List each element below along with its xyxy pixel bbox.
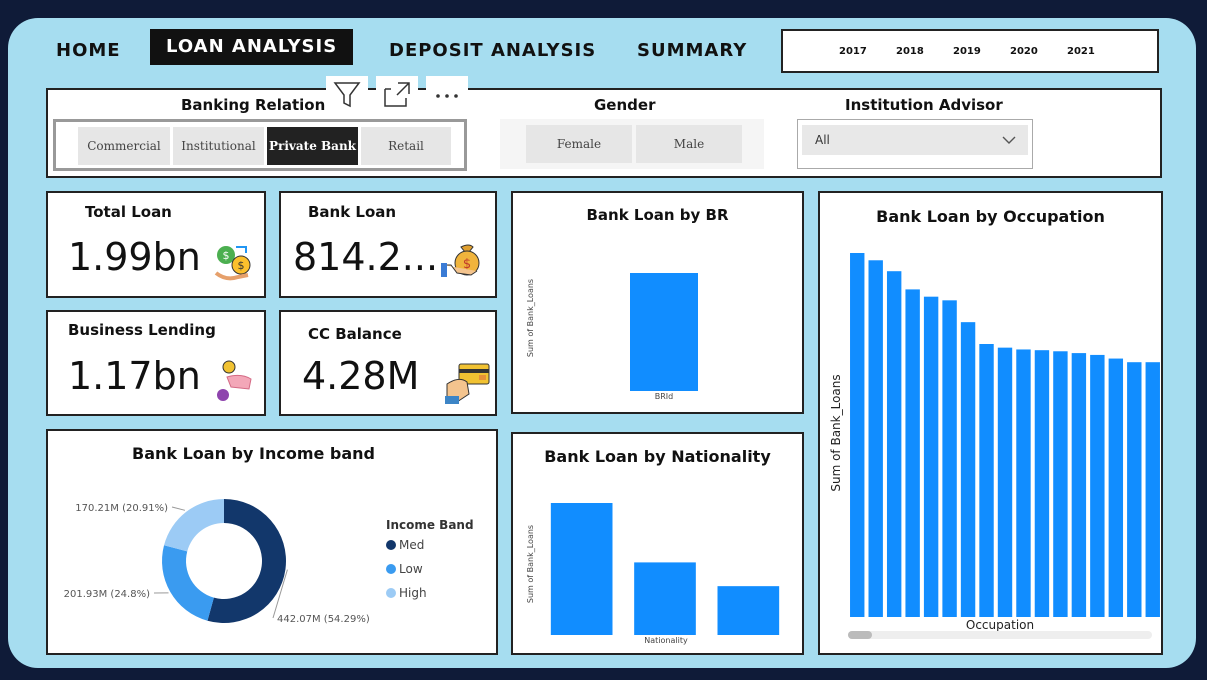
br-chart-svg: Sum of Bank_Loans BRId (526, 273, 698, 401)
kpi-card-bank-loan: Bank Loan 814.2... $ (279, 191, 497, 298)
chart-bank-loan-by-nationality: Bank Loan by Nationality Sum of Bank_Loa… (511, 432, 804, 655)
filter-panel: Banking Relations Commercial Institution… (46, 88, 1162, 178)
nav-deposit-analysis[interactable]: DEPOSIT ANALYSIS (389, 40, 596, 61)
svg-text:$: $ (223, 249, 230, 262)
horizontal-scrollbar-track[interactable] (848, 631, 1152, 639)
nav-home[interactable]: HOME (56, 40, 121, 61)
institution-advisor-title: Institution Advisor (845, 96, 1003, 114)
kpi-label: Business Lending (68, 321, 216, 339)
occupation-bar[interactable] (1108, 358, 1124, 617)
legend-marker (386, 564, 396, 574)
occupation-bar[interactable] (1016, 349, 1031, 617)
banking-relations-slicer: Commercial Institutional Private Bank Re… (53, 119, 467, 171)
data-label: 201.93M (24.8%) (64, 589, 150, 600)
slicer-option-male[interactable]: Male (636, 125, 742, 163)
year-option[interactable]: 2021 (1067, 46, 1124, 57)
occupation-bar[interactable] (1127, 362, 1142, 617)
br-bar[interactable] (630, 273, 698, 391)
nav-summary[interactable]: SUMMARY (637, 40, 747, 61)
x-axis-label: Nationality (644, 636, 688, 645)
coin-hand-icon (217, 360, 252, 401)
money-flow-icon: $ $ (214, 246, 251, 281)
year-option[interactable]: 2018 (896, 46, 953, 57)
occupation-bar[interactable] (979, 344, 994, 617)
occupation-bar[interactable] (886, 271, 902, 617)
legend-marker (386, 540, 396, 550)
legend-item: High (399, 586, 427, 600)
legend-item: Low (399, 562, 423, 576)
slicer-option-private-bank[interactable]: Private Bank (267, 127, 358, 165)
nationality-bar[interactable] (717, 586, 780, 635)
x-axis-label: Occupation (966, 618, 1034, 632)
kpi-card-total-loan: Total Loan 1.99bn $ $ (46, 191, 266, 298)
occupation-bar[interactable] (1145, 362, 1160, 617)
occupation-bar[interactable] (997, 347, 1013, 617)
y-axis-label: Sum of Bank_Loans (526, 525, 535, 603)
dropdown-field (802, 125, 1028, 155)
kpi-label: CC Balance (308, 325, 402, 343)
x-axis-label: BRId (655, 392, 673, 401)
occupation-bar[interactable] (960, 322, 976, 617)
chart-bank-loan-by-income-band: Bank Loan by Income band Income Band 442… (46, 429, 498, 655)
gender-title: Gender (594, 96, 656, 114)
kpi-value: 1.99bn (68, 235, 201, 279)
legend-marker (386, 588, 396, 598)
y-axis-label: Sum of Bank_Loans (526, 279, 535, 357)
kpi-value: 4.28M (302, 354, 420, 398)
data-label: 442.07M (54.29%) (277, 614, 370, 625)
occupation-chart-svg: Sum of Bank_Loans Occupation (829, 253, 1160, 639)
occupation-bar[interactable] (850, 253, 865, 617)
money-bag-hand-icon: $ (441, 244, 480, 277)
chevron-down-icon (1002, 136, 1016, 144)
kpi-label: Total Loan (85, 203, 172, 221)
occupation-bar[interactable] (942, 300, 957, 617)
dropdown-value: All (815, 133, 830, 147)
kpi-value: 1.17bn (68, 354, 201, 398)
kpi-value: 814.2... (293, 235, 439, 279)
occupation-bar[interactable] (1071, 353, 1087, 617)
nationality-bar[interactable] (550, 503, 613, 635)
more-options-icon[interactable] (426, 76, 468, 112)
filter-icon[interactable] (326, 76, 368, 112)
leader-line (171, 506, 186, 511)
slicer-option-institutional[interactable]: Institutional (173, 127, 264, 165)
kpi-label: Bank Loan (308, 203, 397, 221)
nationality-bar[interactable] (634, 562, 696, 635)
occupation-bar[interactable] (923, 296, 939, 617)
institution-advisor-dropdown[interactable]: All (797, 119, 1033, 169)
banking-relations-title: Banking Relations (181, 96, 335, 114)
credit-card-hand-icon (445, 363, 490, 404)
legend-title: Income Band (386, 518, 474, 532)
focus-mode-icon[interactable] (376, 76, 418, 112)
y-axis-label: Sum of Bank_Loans (829, 374, 843, 491)
occupation-bar[interactable] (1034, 350, 1050, 617)
legend-item: Med (399, 538, 424, 552)
occupation-bar[interactable] (868, 260, 883, 617)
occupation-bar[interactable] (1053, 351, 1068, 617)
nav-loan-analysis[interactable]: LOAN ANALYSIS (150, 29, 354, 65)
year-option[interactable]: 2019 (953, 46, 1010, 57)
occupation-bar[interactable] (905, 289, 920, 617)
occupation-bar[interactable] (1090, 354, 1105, 617)
chart-bank-loan-by-br: Bank Loan by BR Sum of Bank_Loans BRId (511, 191, 804, 414)
slicer-option-commercial[interactable]: Commercial (78, 127, 170, 165)
chart-bank-loan-by-occupation: Bank Loan by Occupation Sum of Bank_Loan… (818, 191, 1163, 655)
gender-slicer: Female Male (500, 119, 764, 169)
svg-text:$: $ (238, 259, 245, 272)
donut-slice-low[interactable] (162, 545, 214, 621)
slicer-option-female[interactable]: Female (526, 125, 632, 163)
kpi-card-cc-balance: CC Balance 4.28M (279, 310, 497, 416)
year-slicer: 2017 2018 2019 2020 2021 (781, 29, 1159, 73)
year-option[interactable]: 2020 (1010, 46, 1067, 57)
income-donut-svg: Income Band 442.07M (54.29%) 201.93M (24.… (64, 499, 474, 625)
kpi-card-business-lending: Business Lending 1.17bn (46, 310, 266, 416)
slicer-option-retail[interactable]: Retail (361, 127, 451, 165)
horizontal-scrollbar-thumb[interactable] (848, 631, 872, 639)
year-option[interactable]: 2017 (839, 46, 896, 57)
data-label: 170.21M (20.91%) (75, 503, 168, 514)
nationality-chart-svg: Sum of Bank_Loans Nationality (526, 503, 780, 645)
